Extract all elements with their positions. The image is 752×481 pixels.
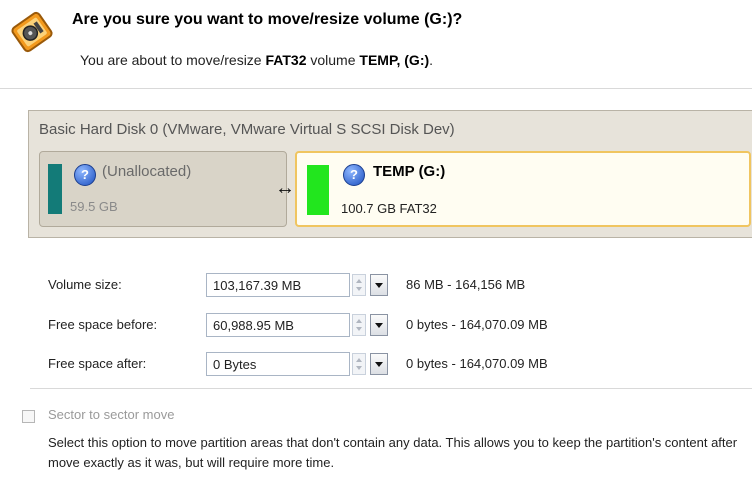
spinner-icon[interactable] xyxy=(352,274,366,296)
field-label: Free space after: xyxy=(48,356,147,371)
field-label: Volume size: xyxy=(48,277,122,292)
resize-handle-icon[interactable]: ↔ xyxy=(275,177,295,200)
wizard-header: Are you sure you want to move/resize vol… xyxy=(0,0,752,89)
unit-dropdown-button[interactable] xyxy=(370,274,388,296)
spinner-icon[interactable] xyxy=(352,353,366,375)
disk-wizard-icon xyxy=(11,11,53,53)
subtitle-fs: FAT32 xyxy=(265,52,307,68)
volume-size-input[interactable]: 103,167.39 MB xyxy=(206,273,350,297)
sector-move-checkbox[interactable] xyxy=(22,410,35,423)
unit-dropdown-button[interactable] xyxy=(370,314,388,336)
subtitle-prefix: You are about to move/resize xyxy=(80,52,262,68)
partition-color-bar xyxy=(307,165,329,215)
dialog-title: Are you sure you want to move/resize vol… xyxy=(72,11,463,28)
free-space-before-input[interactable]: 60,988.95 MB xyxy=(206,313,350,337)
partition-unallocated[interactable]: ? (Unallocated) 59.5 GB xyxy=(39,151,287,227)
section-divider xyxy=(30,388,752,389)
field-range: 0 bytes - 164,070.09 MB xyxy=(406,356,548,371)
partition-name: (Unallocated) xyxy=(102,163,192,180)
subtitle-volume: TEMP, (G:) xyxy=(359,52,430,68)
sector-move-description: Select this option to move partition are… xyxy=(48,435,738,470)
partition-name: TEMP (G:) xyxy=(373,163,446,180)
disk-map-panel: Basic Hard Disk 0 (VMware, VMware Virtua… xyxy=(28,110,752,238)
subtitle-mid: volume xyxy=(310,52,356,68)
field-label: Free space before: xyxy=(48,317,158,332)
partition-info: 59.5 GB xyxy=(70,199,118,214)
help-icon[interactable]: ? xyxy=(74,164,96,186)
subtitle-end: . xyxy=(429,52,434,68)
help-icon[interactable]: ? xyxy=(343,164,365,186)
unit-dropdown-button[interactable] xyxy=(370,353,388,375)
partition-info: 100.7 GB FAT32 xyxy=(341,201,437,216)
disk-title: Basic Hard Disk 0 (VMware, VMware Virtua… xyxy=(39,121,455,138)
field-range: 86 MB - 164,156 MB xyxy=(406,277,526,292)
free-space-after-input[interactable]: 0 Bytes xyxy=(206,352,350,376)
partition-temp[interactable]: ? TEMP (G:) 100.7 GB FAT32 xyxy=(295,151,751,227)
spinner-icon[interactable] xyxy=(352,314,366,336)
field-range: 0 bytes - 164,070.09 MB xyxy=(406,317,548,332)
partition-color-bar xyxy=(48,164,62,214)
sector-move-label[interactable]: Sector to sector move xyxy=(48,407,174,422)
dialog-subtitle: You are about to move/resize FAT32 volum… xyxy=(80,52,433,68)
